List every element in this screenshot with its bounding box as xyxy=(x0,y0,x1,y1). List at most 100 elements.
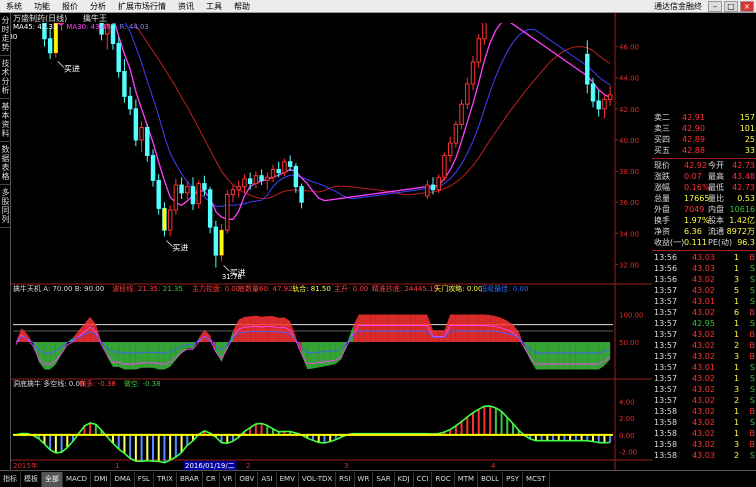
candle[interactable] xyxy=(242,178,247,188)
menu-item[interactable]: 工具 xyxy=(200,0,228,13)
candle[interactable] xyxy=(179,184,184,194)
candle[interactable] xyxy=(122,70,127,97)
candle[interactable] xyxy=(299,186,304,203)
candle[interactable] xyxy=(447,142,453,157)
candle[interactable] xyxy=(202,183,207,191)
menu-item[interactable]: 帮助 xyxy=(228,0,256,13)
candle[interactable] xyxy=(230,189,236,195)
indicator-tab[interactable]: TRIX xyxy=(154,471,177,487)
indicator-tab[interactable]: MACD xyxy=(63,471,91,487)
side-tab[interactable]: 分时走势 xyxy=(0,13,11,56)
indicator-tab[interactable]: DMI xyxy=(91,471,112,487)
candle[interactable] xyxy=(270,169,276,178)
candle[interactable] xyxy=(430,184,436,191)
indicator-tab[interactable]: 指标 xyxy=(0,471,21,487)
candle[interactable] xyxy=(470,61,476,85)
candle[interactable] xyxy=(436,176,441,191)
indicator-tab[interactable]: MCST xyxy=(523,471,550,487)
indicator-tab[interactable]: ASI xyxy=(258,471,277,487)
candle[interactable] xyxy=(287,161,293,167)
close-icon[interactable]: × xyxy=(740,0,754,12)
menu-item[interactable]: 报价 xyxy=(56,0,84,13)
candle[interactable] xyxy=(442,155,447,178)
candle[interactable] xyxy=(476,38,481,63)
indicator-tab[interactable]: RSI xyxy=(336,471,355,487)
candle[interactable] xyxy=(167,209,173,231)
indicator1-band xyxy=(547,342,553,370)
indicator-tab[interactable]: KDJ xyxy=(395,471,414,487)
side-tab[interactable]: 基本资料 xyxy=(0,99,11,142)
candle[interactable] xyxy=(459,103,464,125)
indicator1-band xyxy=(364,314,371,342)
maximize-icon[interactable]: □ xyxy=(724,0,738,12)
menu-item[interactable]: 资讯 xyxy=(172,0,200,13)
candle[interactable] xyxy=(265,176,270,181)
indicator1-legend-item: 底数量60: 47.92 xyxy=(238,284,293,293)
candle[interactable] xyxy=(253,175,259,185)
candle[interactable] xyxy=(196,183,201,205)
candle[interactable] xyxy=(127,95,133,110)
quote-stat-row: 现价 42.92 今开 42.73 xyxy=(652,160,756,171)
menu-item[interactable]: 扩展市场行情 xyxy=(112,0,172,13)
chart-area[interactable]: 买进买进买进万盛制药(日线) 擒牛王MA45: 42.33 MA30: 43.48 R… xyxy=(11,13,652,470)
indicator-tab[interactable]: WR xyxy=(355,471,374,487)
side-tab[interactable]: 技术分析 xyxy=(0,56,11,99)
candle[interactable] xyxy=(47,38,53,54)
side-tab[interactable]: 多股同列 xyxy=(0,185,11,228)
indicator-tab[interactable]: OBV xyxy=(236,471,259,487)
candle[interactable] xyxy=(173,184,179,211)
candle[interactable] xyxy=(465,83,470,105)
indicator-tab[interactable]: VOL-TDX xyxy=(299,471,337,487)
quote-stat-label: 外盘 xyxy=(654,205,670,214)
indicator-tab[interactable]: 模板 xyxy=(21,471,42,487)
indicator1-legend-item: 天门攻略: 0.00 xyxy=(434,284,482,293)
menu-item[interactable]: 分析 xyxy=(84,0,112,13)
side-tab-char: 料 xyxy=(1,129,10,138)
indicator-tab[interactable]: MTM xyxy=(455,471,479,487)
candle[interactable] xyxy=(259,175,264,181)
tick-side: S xyxy=(749,264,755,273)
indicator-tab[interactable]: CCI xyxy=(414,471,433,487)
candle[interactable] xyxy=(225,193,230,231)
candle[interactable] xyxy=(425,184,430,197)
candle[interactable] xyxy=(110,24,116,44)
candle[interactable] xyxy=(139,126,144,141)
indicator-tab[interactable]: BRAR xyxy=(177,471,203,487)
candle[interactable] xyxy=(596,100,601,110)
indicator1-legend-item: 擒牛天机 A: 70.00 B: 90.00 xyxy=(13,284,104,293)
candle[interactable] xyxy=(247,178,253,185)
candle[interactable] xyxy=(207,189,213,228)
indicator-tab[interactable]: PSY xyxy=(503,471,524,487)
candle[interactable] xyxy=(276,169,281,174)
menu-item[interactable]: 系统 xyxy=(0,0,28,13)
indicator-tab[interactable]: ROC xyxy=(432,471,455,487)
candle[interactable] xyxy=(185,186,190,194)
indicator-tab[interactable]: BOLL xyxy=(478,471,504,487)
indicator-tab[interactable]: FSL xyxy=(135,471,154,487)
candle[interactable] xyxy=(133,108,139,141)
candle[interactable] xyxy=(282,161,287,174)
candle[interactable] xyxy=(585,53,590,85)
menu-item[interactable]: 功能 xyxy=(28,0,56,13)
side-tab-char: 走 xyxy=(1,34,10,43)
candle[interactable] xyxy=(453,123,459,144)
candle[interactable] xyxy=(293,165,299,188)
candle[interactable] xyxy=(190,186,196,205)
candle[interactable] xyxy=(236,186,241,191)
candle[interactable] xyxy=(213,226,219,256)
candle[interactable] xyxy=(156,179,161,209)
indicator-tab[interactable]: SAR xyxy=(373,471,395,487)
candle[interactable] xyxy=(116,42,121,72)
candle[interactable] xyxy=(607,94,613,100)
candle[interactable] xyxy=(150,155,156,181)
side-tab[interactable]: 数据表格 xyxy=(0,142,11,185)
indicator-tab[interactable]: DMA xyxy=(111,471,135,487)
candle[interactable] xyxy=(590,83,596,102)
indicator-tab[interactable]: CR xyxy=(203,471,220,487)
candle[interactable] xyxy=(602,98,607,110)
minimize-icon[interactable]: – xyxy=(708,0,722,12)
indicator-tab[interactable]: EMV xyxy=(277,471,299,487)
indicator-tab[interactable]: 全部 xyxy=(42,471,63,487)
candle[interactable] xyxy=(145,126,150,157)
indicator-tab[interactable]: VR xyxy=(220,471,237,487)
